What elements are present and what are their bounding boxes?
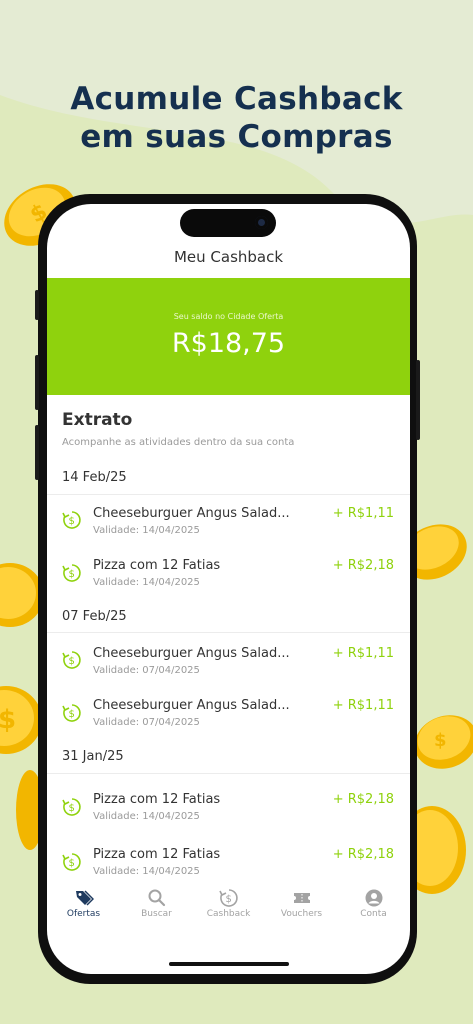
tag-icon bbox=[75, 890, 94, 906]
coin-icon: $ bbox=[414, 715, 473, 769]
svg-text:$: $ bbox=[69, 858, 75, 869]
cashback-icon: $ bbox=[62, 511, 81, 529]
balance-value: R$18,75 bbox=[171, 328, 286, 359]
tab-ofertas[interactable]: Ofertas bbox=[47, 886, 120, 919]
transaction-validity: Validade: 14/04/2025 bbox=[93, 525, 200, 536]
transaction-amount: + R$2,18 bbox=[332, 558, 394, 573]
transaction-name: Cheeseburguer Angus Salad... bbox=[93, 506, 290, 521]
tab-label: Ofertas bbox=[66, 909, 101, 919]
bottom-tab-bar: Ofertas Buscar $ Cashback Vouchers Conta bbox=[47, 886, 410, 936]
promo-headline-line1: Acumule Cashback bbox=[70, 81, 403, 117]
transaction-validity: Validade: 14/04/2025 bbox=[93, 811, 200, 822]
statement-subtitle: Acompanhe as atividades dentro da sua co… bbox=[62, 437, 295, 448]
svg-text:$: $ bbox=[434, 730, 447, 751]
svg-text:$: $ bbox=[69, 569, 75, 580]
ticket-icon bbox=[293, 893, 310, 903]
balance-card: Seu saldo no Cidade Oferta R$18,75 bbox=[47, 278, 410, 395]
transaction-amount: + R$1,11 bbox=[332, 646, 394, 661]
promo-headline: Acumule Cashback em suas Compras bbox=[0, 80, 473, 156]
home-indicator[interactable] bbox=[169, 962, 289, 966]
cashback-icon: $ bbox=[62, 798, 81, 816]
divider bbox=[47, 632, 410, 633]
svg-text:$: $ bbox=[69, 516, 75, 527]
tab-cashback[interactable]: $ Cashback bbox=[192, 886, 265, 919]
tab-conta[interactable]: Conta bbox=[337, 886, 410, 919]
camera-icon bbox=[255, 216, 268, 229]
transaction-amount: + R$2,18 bbox=[332, 792, 394, 807]
coin-icon bbox=[412, 524, 467, 580]
transaction-name: Cheeseburguer Angus Salad... bbox=[93, 646, 290, 661]
tab-buscar[interactable]: Buscar bbox=[120, 886, 193, 919]
user-icon bbox=[365, 889, 382, 907]
transaction-name: Pizza com 12 Fatias bbox=[93, 558, 221, 573]
search-icon bbox=[148, 889, 165, 907]
page-title: Meu Cashback bbox=[173, 248, 284, 266]
phone-side-button bbox=[35, 355, 39, 410]
svg-text:$: $ bbox=[69, 803, 75, 814]
tab-label: Conta bbox=[360, 909, 387, 919]
svg-text:$: $ bbox=[69, 709, 75, 720]
cashback-icon: $ bbox=[62, 853, 81, 871]
statement-title: Extrato bbox=[62, 410, 133, 430]
cashback-icon: $ bbox=[62, 704, 81, 722]
transaction-name: Cheeseburguer Angus Salad... bbox=[93, 698, 290, 713]
date-header: 07 Feb/25 bbox=[62, 609, 127, 624]
tab-label: Vouchers bbox=[280, 909, 323, 919]
transaction-amount: + R$1,11 bbox=[332, 506, 394, 521]
dynamic-island bbox=[180, 209, 276, 237]
transaction-validity: Validade: 07/04/2025 bbox=[93, 717, 200, 728]
phone-side-button bbox=[416, 360, 420, 440]
transaction-validity: Validade: 14/04/2025 bbox=[93, 577, 200, 588]
phone-side-button bbox=[35, 425, 39, 480]
transaction-amount: + R$2,18 bbox=[332, 847, 394, 862]
app-screen: Meu Cashback Seu saldo no Cidade Oferta … bbox=[47, 204, 410, 974]
cashback-icon: $ bbox=[62, 564, 81, 582]
transaction-name: Pizza com 12 Fatias bbox=[93, 792, 221, 807]
svg-text:$: $ bbox=[69, 656, 75, 667]
svg-text:$: $ bbox=[0, 705, 16, 735]
tab-label: Buscar bbox=[141, 909, 172, 919]
balance-label: Seu saldo no Cidade Oferta bbox=[173, 312, 284, 321]
transaction-validity: Validade: 07/04/2025 bbox=[93, 665, 200, 676]
coin-icon bbox=[412, 806, 466, 894]
svg-text:$: $ bbox=[225, 894, 231, 905]
divider bbox=[47, 773, 410, 774]
transaction-validity: Validade: 14/04/2025 bbox=[93, 866, 200, 877]
tab-label: Cashback bbox=[206, 909, 251, 919]
divider bbox=[47, 494, 410, 495]
phone-side-button bbox=[35, 290, 39, 320]
date-header: 31 Jan/25 bbox=[62, 749, 124, 764]
transaction-amount: + R$1,11 bbox=[332, 698, 394, 713]
transaction-name: Pizza com 12 Fatias bbox=[93, 847, 221, 862]
tab-vouchers[interactable]: Vouchers bbox=[265, 886, 338, 919]
date-header: 14 Feb/25 bbox=[62, 470, 127, 485]
cashback-icon: $ bbox=[62, 651, 81, 669]
promo-headline-line2: em suas Compras bbox=[80, 119, 393, 155]
cashback-icon: $ bbox=[218, 889, 238, 907]
